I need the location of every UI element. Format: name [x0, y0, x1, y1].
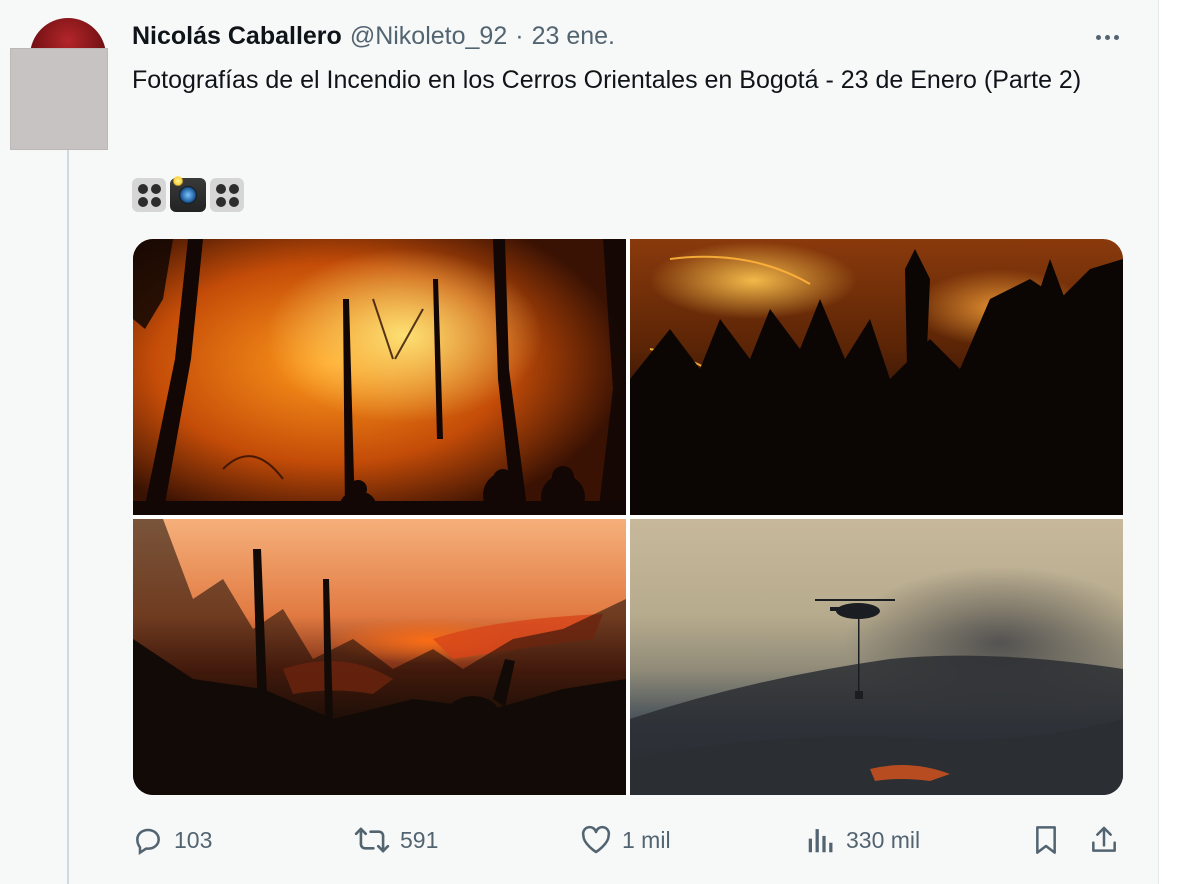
retweet-button[interactable]: 591 [354, 820, 438, 860]
tweet-header: Nicolás Caballero @Nikoleto_92 · 23 ene. [132, 22, 615, 54]
bookmark-icon [1036, 826, 1056, 854]
like-button[interactable]: 1 mil [580, 820, 671, 860]
action-bar: 103 591 1 mil 330 mil [132, 820, 1127, 860]
helicopter-water-drop-photo[interactable] [630, 519, 1123, 795]
heart-icon [581, 825, 611, 854]
more-icon-dot [1095, 34, 1101, 40]
like-count: 1 mil [622, 826, 671, 853]
media-grid[interactable] [133, 239, 1123, 795]
more-icon-dot [1104, 34, 1110, 40]
author-name[interactable]: Nicolás Caballero [132, 22, 342, 51]
tweet-card[interactable]: Nicolás Caballero @Nikoleto_92 · 23 ene.… [0, 0, 1158, 884]
share-button[interactable] [1088, 820, 1120, 860]
camera-flash-icon [170, 176, 206, 212]
redaction-block [10, 48, 108, 150]
more-icon-dot [1113, 34, 1119, 40]
reply-count: 103 [174, 826, 213, 853]
tweet-text: Fotografías de el Incendio en los Cerros… [132, 66, 1082, 94]
film-reel-icon [210, 178, 244, 212]
author-handle[interactable]: @Nikoleto_92 [350, 22, 507, 51]
share-icon [1092, 826, 1116, 852]
separator: · [515, 22, 524, 50]
tweet-date[interactable]: 23 ene. [532, 22, 615, 51]
film-reel-icon [132, 178, 166, 212]
burning-hillside-night-photo[interactable] [630, 239, 1123, 515]
emoji-row [132, 176, 244, 212]
thread-line [67, 148, 69, 884]
view-count: 330 mil [846, 826, 921, 853]
page-edge [1158, 0, 1200, 884]
bookmark-button[interactable] [1032, 820, 1060, 860]
more-options-button[interactable] [1090, 22, 1124, 52]
retweet-count: 591 [400, 826, 439, 853]
deer-forest-fire-sunset-photo[interactable] [133, 519, 626, 795]
reply-button[interactable]: 103 [132, 820, 212, 860]
forest-fire-firefighters-photo[interactable] [133, 239, 626, 515]
views-button[interactable]: 330 mil [806, 820, 920, 860]
views-chart-icon [808, 829, 833, 853]
retweet-icon [354, 827, 390, 853]
reply-icon [136, 828, 160, 856]
